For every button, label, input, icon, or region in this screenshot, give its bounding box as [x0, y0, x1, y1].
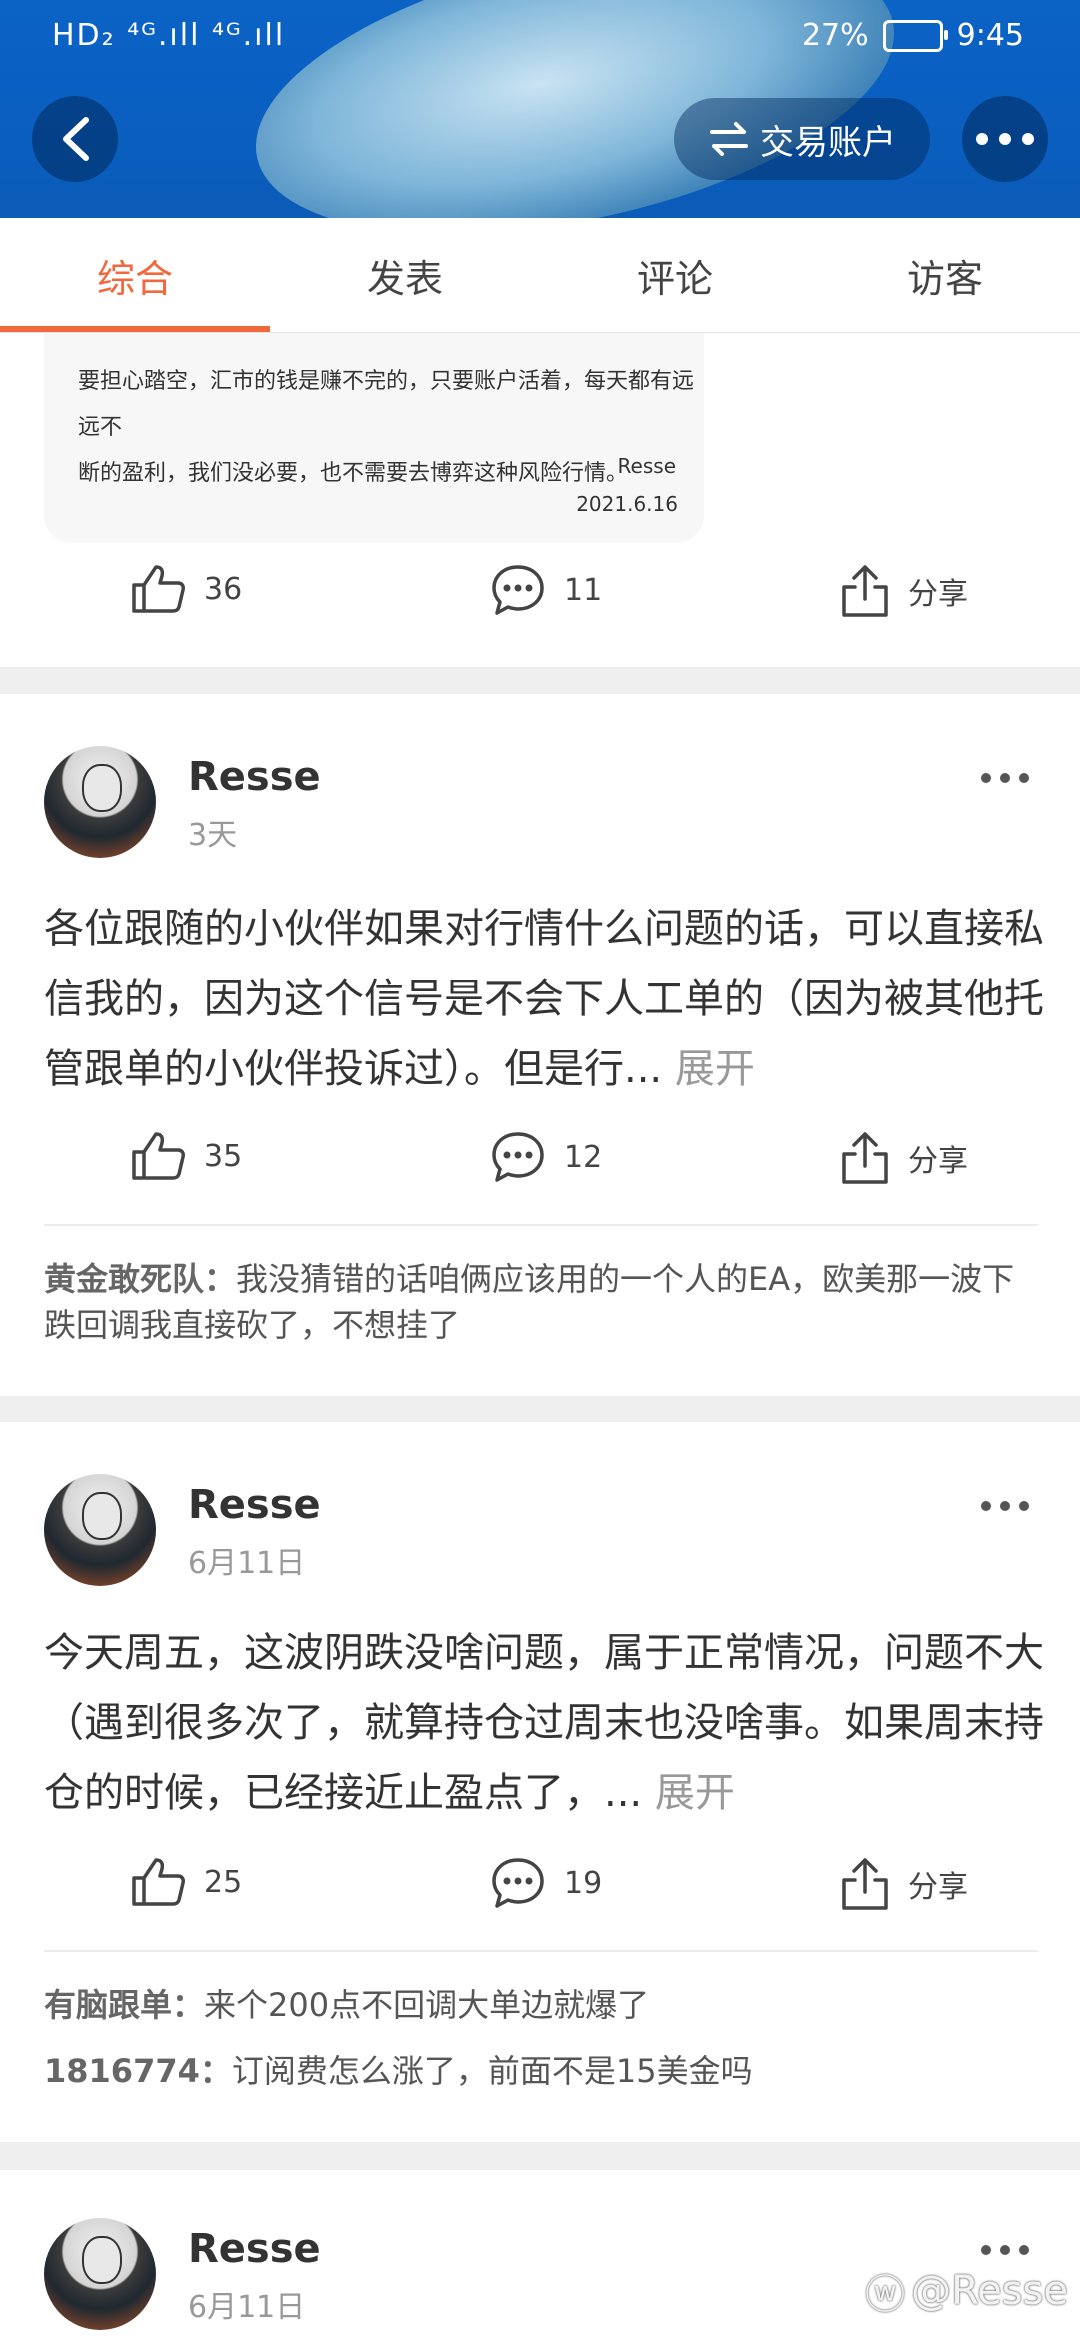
preview-line: 要担心踏空，汇市的钱是赚不完的，只要账户活着，每天都有远远不 [78, 369, 695, 440]
reply-author[interactable]: 1816774： [44, 2052, 232, 2090]
comment-button[interactable]: 19 [490, 1856, 602, 1910]
weibo-watermark: ⓦ @Resse [865, 2262, 1068, 2320]
post-image-preview[interactable]: 要担心踏空，汇市的钱是赚不完的，只要账户活着，每天都有远远不 断的盈利，我们没必… [44, 333, 704, 543]
reply-text: 订阅费怎么涨了，前面不是15美金吗 [231, 2052, 753, 2090]
clock: 9:45 [956, 18, 1024, 53]
post-menu-button[interactable] [980, 748, 1030, 794]
comment-bubble-icon [492, 1132, 544, 1182]
profile-header: HD₂ ⁴ᴳ.ıll ⁴ᴳ.ıll 27% 9:45 交易账户 [0, 0, 1080, 218]
post-card: Resse 6月11日 今天周五，这波阴跌没啥问题，属于正常情况，问题不大（遇到… [0, 1422, 1080, 2142]
avatar[interactable] [44, 1474, 156, 1586]
more-dots-icon [976, 133, 1034, 145]
post-card: Resse 3天 各位跟随的小伙伴如果对行情什么问题的话，可以直接私信我的，因为… [0, 694, 1080, 1396]
author-name[interactable]: Resse [188, 1482, 321, 1528]
post-author: Resse 3天 [44, 746, 944, 862]
like-button[interactable]: 36 [130, 563, 242, 615]
post-author: Resse 6月11日 [44, 2218, 944, 2334]
post-author: Resse 6月11日 [44, 1474, 944, 1590]
like-count: 35 [204, 1138, 243, 1174]
post-text: 今天周五，这波阴跌没啥问题，属于正常情况，问题不大（遇到很多次了，就算持仓过周末… [44, 1630, 1044, 1816]
weibo-logo-icon: ⓦ [865, 2272, 906, 2318]
avatar[interactable] [44, 746, 156, 858]
tab-visitors[interactable]: 访客 [810, 218, 1080, 332]
more-dots-icon [981, 773, 1029, 783]
expand-link[interactable]: 展开 [655, 1770, 735, 1816]
share-icon [842, 565, 888, 617]
thumbs-up-icon [132, 1858, 185, 1906]
comment-button[interactable]: 12 [490, 1130, 602, 1184]
like-button[interactable]: 25 [130, 1856, 242, 1908]
reply-item[interactable]: 黄金敢死队：我没猜错的话咱俩应该用的一个人的EA，欧美那一波下跌回调我直接砍了，… [44, 1256, 1044, 1348]
avatar[interactable] [44, 2218, 156, 2330]
share-icon [842, 1132, 888, 1184]
like-count: 25 [204, 1864, 243, 1900]
trade-account-label: 交易账户 [760, 122, 896, 163]
divider [44, 1224, 1038, 1226]
share-label: 分享 [908, 1144, 968, 1179]
share-icon [842, 1858, 888, 1910]
battery-percent: 27% [801, 18, 869, 53]
tab-comments[interactable]: 评论 [540, 218, 810, 332]
watermark-text: @Resse [911, 2268, 1068, 2314]
signal-indicators: HD₂ ⁴ᴳ.ıll ⁴ᴳ.ıll [52, 18, 286, 53]
thumbs-up-icon [132, 1132, 185, 1180]
more-options-button[interactable] [962, 96, 1048, 182]
post-time: 6月11日 [188, 1546, 306, 1581]
reply-item[interactable]: 1816774：订阅费怎么涨了，前面不是15美金吗 [44, 2048, 1044, 2094]
status-right: 27% 9:45 [802, 18, 1024, 53]
trade-account-button[interactable]: 交易账户 [674, 98, 930, 180]
back-button[interactable] [32, 96, 118, 182]
post-body[interactable]: 今天周五，这波阴跌没啥问题，属于正常情况，问题不大（遇到很多次了，就算持仓过周末… [44, 1618, 1044, 1828]
reply-text: 来个200点不回调大单边就爆了 [204, 1986, 650, 2024]
battery-icon [882, 19, 948, 52]
more-dots-icon [981, 1501, 1029, 1511]
post-time: 3天 [188, 818, 238, 853]
preview-date: 2021.6.16 [576, 492, 678, 516]
post-actions: 36 11 分享 [0, 563, 1080, 643]
post-menu-button[interactable] [980, 2220, 1030, 2266]
swap-icon [710, 122, 748, 156]
comment-bubble-icon [492, 565, 544, 615]
share-button[interactable]: 分享 [840, 563, 968, 619]
more-dots-icon [981, 2245, 1029, 2255]
back-arrow-icon [63, 117, 89, 161]
post-time: 6月11日 [188, 2290, 306, 2325]
reply-item[interactable]: 有脑跟单：来个200点不回调大单边就爆了 [44, 1982, 1044, 2028]
divider [44, 1950, 1038, 1952]
reply-author[interactable]: 黄金敢死队： [44, 1260, 236, 1298]
profile-tabs: 综合 发表 评论 访客 [0, 218, 1080, 333]
post-card: 要担心踏空，汇市的钱是赚不完的，只要账户活着，每天都有远远不 断的盈利，我们没必… [0, 333, 1080, 667]
comment-count: 11 [564, 572, 603, 608]
author-name[interactable]: Resse [188, 2226, 321, 2272]
comment-count: 19 [564, 1865, 603, 1901]
post-actions: 25 19 分享 [0, 1856, 1080, 1936]
thumbs-up-icon [132, 565, 185, 613]
share-label: 分享 [908, 1870, 968, 1905]
expand-link[interactable]: 展开 [675, 1046, 755, 1092]
like-count: 36 [204, 571, 243, 607]
comment-bubble-icon [492, 1858, 544, 1908]
tab-overview[interactable]: 综合 [0, 218, 270, 332]
comment-count: 12 [564, 1139, 603, 1175]
share-label: 分享 [908, 577, 968, 612]
share-button[interactable]: 分享 [840, 1130, 968, 1186]
share-button[interactable]: 分享 [840, 1856, 968, 1912]
tab-posts[interactable]: 发表 [270, 218, 540, 332]
like-button[interactable]: 35 [130, 1130, 242, 1182]
post-menu-button[interactable] [980, 1476, 1030, 1522]
post-text: 各位跟随的小伙伴如果对行情什么问题的话，可以直接私信我的，因为这个信号是不会下人… [44, 906, 1044, 1092]
post-actions: 35 12 分享 [0, 1130, 1080, 1210]
comment-button[interactable]: 11 [490, 563, 602, 617]
status-bar: HD₂ ⁴ᴳ.ıll ⁴ᴳ.ıll 27% 9:45 [0, 0, 1080, 76]
post-body[interactable]: 各位跟随的小伙伴如果对行情什么问题的话，可以直接私信我的，因为这个信号是不会下人… [44, 894, 1044, 1104]
reply-author[interactable]: 有脑跟单： [44, 1986, 204, 2024]
author-name[interactable]: Resse [188, 754, 321, 800]
